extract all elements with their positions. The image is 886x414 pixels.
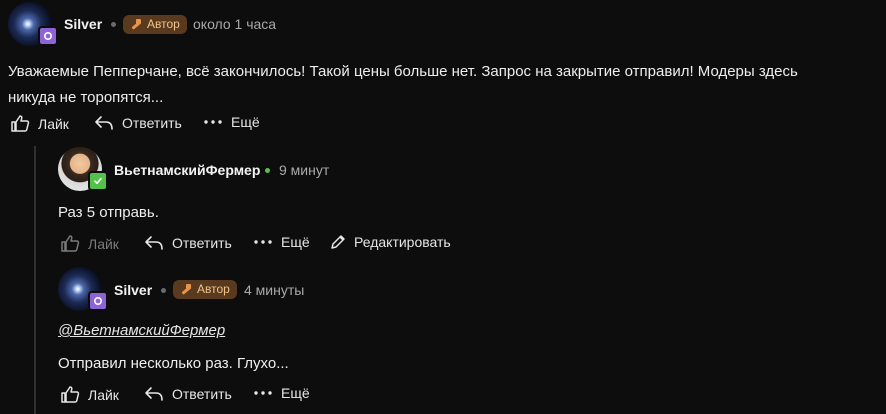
more-dots-icon — [253, 390, 273, 396]
reply-label: Ответить — [172, 386, 232, 402]
thumbs-up-icon — [10, 114, 30, 133]
reply-icon — [94, 114, 114, 132]
comment-author[interactable]: Silver — [114, 282, 152, 298]
reply-icon — [144, 385, 164, 403]
edit-button[interactable]: Редактировать — [330, 234, 451, 250]
reply-icon — [144, 234, 164, 252]
more-dots-icon — [253, 239, 273, 245]
verified-badge-icon — [88, 171, 108, 191]
like-button[interactable]: Лайк — [60, 385, 119, 404]
thumbs-up-icon — [60, 385, 80, 404]
more-button[interactable]: Ещё — [203, 114, 260, 130]
more-dots-icon — [203, 119, 223, 125]
reply-label: Ответить — [172, 235, 232, 251]
reply-label: Ответить — [122, 115, 182, 131]
like-label: Лайк — [88, 235, 119, 252]
comment-author[interactable]: ВьетнамскийФермер — [114, 162, 260, 178]
hammer-icon — [179, 283, 193, 296]
hammer-icon — [129, 18, 143, 31]
like-button: Лайк — [60, 234, 119, 253]
author-badge-label: Автор — [147, 17, 180, 31]
user-mention-link[interactable]: @ВьетнамскийФермер — [58, 318, 225, 344]
user-badge-icon — [38, 26, 58, 46]
more-button[interactable]: Ещё — [253, 385, 310, 401]
like-label: Лайк — [38, 115, 69, 132]
thumbs-up-icon — [60, 234, 80, 253]
like-label: Лайк — [88, 386, 119, 403]
author-badge-label: Автор — [197, 282, 230, 296]
comment-text: Уважаемые Пепперчане, всё закончилось! Т… — [8, 59, 886, 111]
separator-dot — [111, 22, 116, 27]
online-dot — [265, 168, 270, 173]
reply-button[interactable]: Ответить — [144, 385, 232, 403]
comment-time[interactable]: 4 минуты — [244, 282, 304, 298]
like-button[interactable]: Лайк — [10, 114, 69, 133]
more-label: Ещё — [281, 385, 310, 401]
comment-time[interactable]: 9 минут — [279, 162, 329, 178]
edit-label: Редактировать — [354, 234, 451, 250]
reply-button[interactable]: Ответить — [144, 234, 232, 252]
pencil-icon — [330, 234, 346, 250]
author-badge: Автор — [123, 15, 187, 34]
comment-text-line: никуда не торопятся... — [8, 89, 164, 106]
more-button[interactable]: Ещё — [253, 234, 310, 250]
more-label: Ещё — [281, 234, 310, 250]
comment-text: Раз 5 отправь. — [58, 204, 159, 221]
comment-text: Отправил несколько раз. Глухо... — [58, 355, 289, 372]
author-badge: Автор — [173, 280, 237, 299]
user-badge-icon — [88, 291, 108, 311]
comment-time[interactable]: около 1 часа — [193, 16, 276, 32]
reply-button[interactable]: Ответить — [94, 114, 182, 132]
thread-line — [34, 146, 36, 414]
more-label: Ещё — [231, 114, 260, 130]
comment-text-line: Уважаемые Пепперчане, всё закончилось! Т… — [8, 63, 798, 80]
comment-author[interactable]: Silver — [64, 16, 102, 32]
separator-dot — [161, 288, 166, 293]
